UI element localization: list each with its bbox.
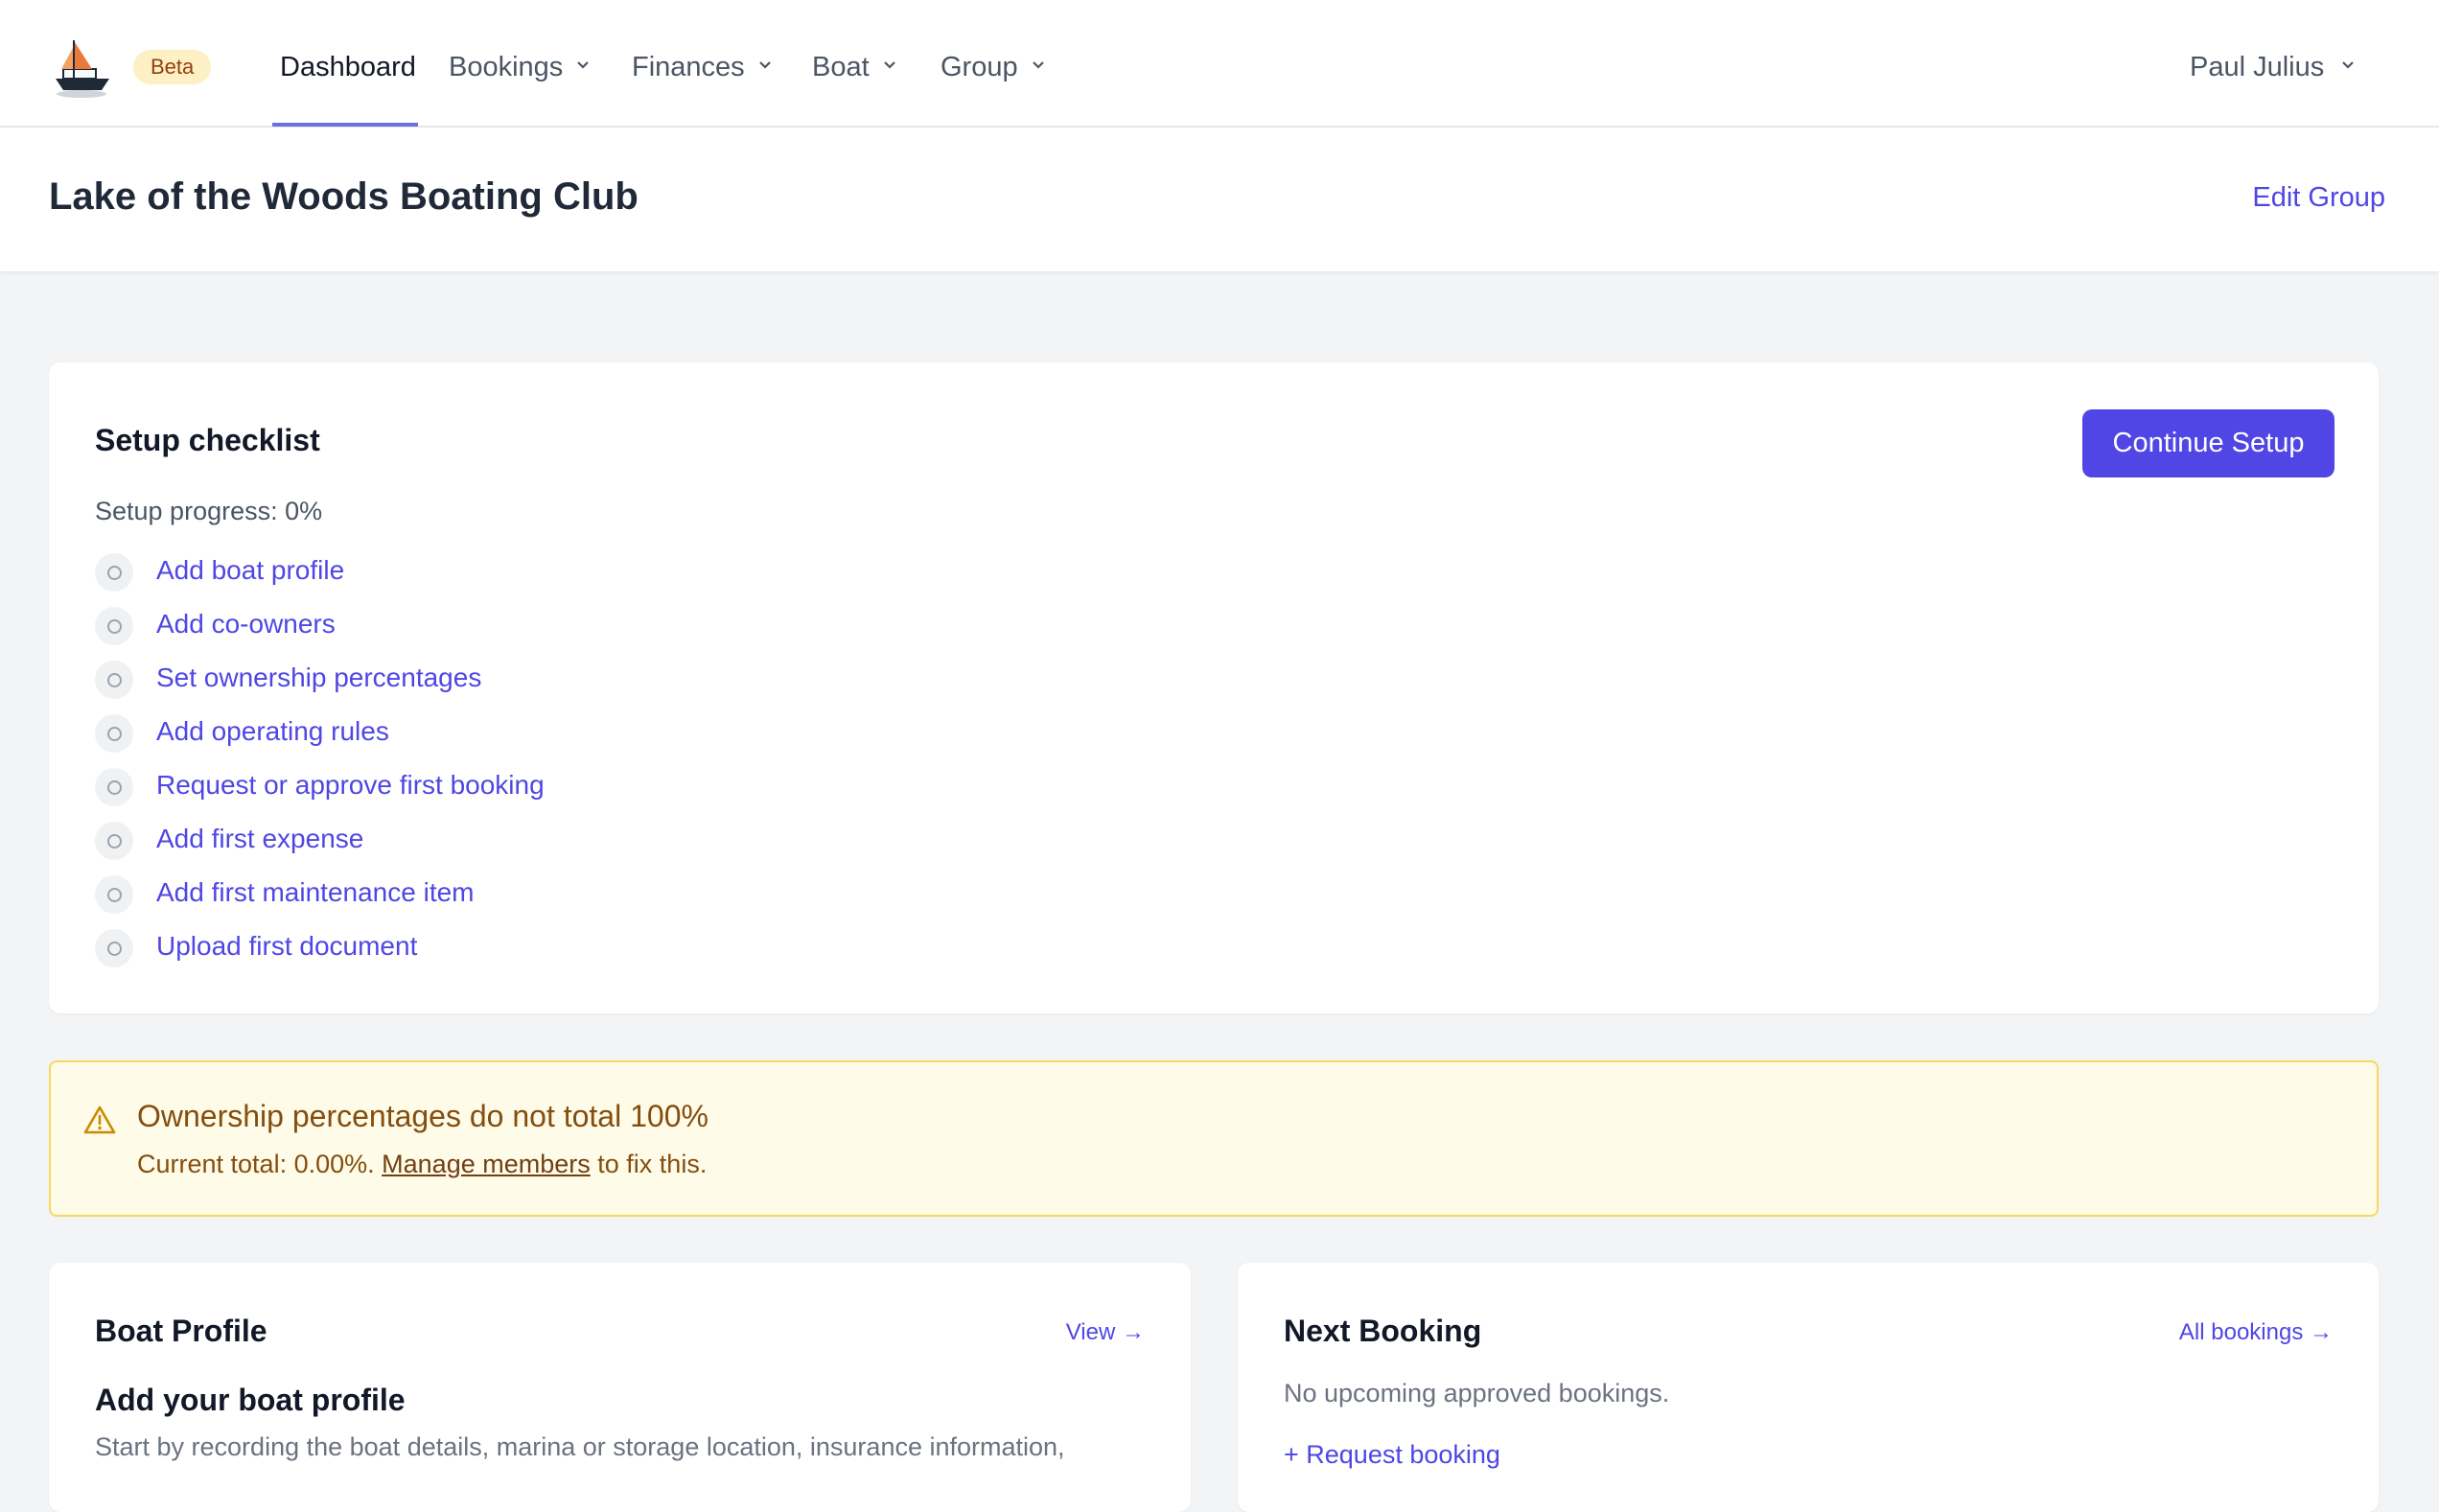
continue-setup-button[interactable]: Continue Setup [2082, 409, 2334, 477]
request-booking-link[interactable]: + Request booking [1284, 1440, 1500, 1470]
setup-progress-text: Setup progress: 0% [95, 497, 323, 525]
warning-icon [83, 1105, 116, 1134]
page-title: Lake of the Woods Boating Club [49, 175, 639, 218]
nav-finances-label: Finances [632, 52, 745, 82]
checklist-item-label[interactable]: Set ownership percentages [156, 663, 481, 693]
checklist-item-label[interactable]: Request or approve first booking [156, 770, 545, 801]
boat-profile-description: Start by recording the boat details, mar… [95, 1432, 1065, 1461]
page-header: Lake of the Woods Boating Club Edit Grou… [0, 128, 2439, 271]
no-bookings-text: No upcoming approved bookings. [1284, 1379, 1670, 1407]
boat-profile-title: Boat Profile [95, 1314, 267, 1348]
manage-members-link[interactable]: Manage members [382, 1150, 591, 1178]
user-menu[interactable]: Paul Julius [2190, 0, 2355, 128]
alert-body-suffix: to fix this. [597, 1150, 708, 1178]
user-name: Paul Julius [2190, 52, 2325, 82]
circle-icon[interactable] [95, 875, 133, 914]
checklist-item-label[interactable]: Add boat profile [156, 555, 344, 586]
alert-body-prefix: Current total: 0.00%. [137, 1150, 375, 1178]
top-navigation: Beta Dashboard Bookings Finances Boat Gr… [0, 0, 2439, 128]
next-booking-card: Next Booking All bookings → No upcoming … [1238, 1263, 2379, 1512]
nav-bookings[interactable]: Bookings [449, 0, 590, 128]
chevron-down-icon [577, 61, 590, 69]
chevron-down-icon [883, 61, 895, 69]
nav-group[interactable]: Group [941, 0, 1045, 128]
circle-icon[interactable] [95, 714, 133, 753]
checklist-item-label[interactable]: Add co-owners [156, 609, 336, 640]
boat-profile-view-link[interactable]: View → [1066, 1319, 1145, 1346]
ownership-warning-alert: Ownership percentages do not total 100% … [49, 1060, 2379, 1217]
boat-logo-icon[interactable] [50, 36, 117, 104]
chevron-down-icon [1032, 61, 1044, 69]
next-booking-title: Next Booking [1284, 1314, 1482, 1348]
circle-icon[interactable] [95, 661, 133, 699]
chevron-down-icon [2342, 61, 2355, 69]
checklist-item-label[interactable]: Add operating rules [156, 716, 389, 747]
circle-icon[interactable] [95, 822, 133, 860]
active-tab-indicator [272, 123, 418, 127]
checklist-item-label[interactable]: Add first expense [156, 824, 363, 854]
nav-boat[interactable]: Boat [812, 0, 896, 128]
boat-profile-card: Boat Profile View → Add your boat profil… [49, 1263, 1191, 1512]
circle-icon[interactable] [95, 607, 133, 645]
nav-bookings-label: Bookings [449, 52, 564, 82]
all-bookings-link[interactable]: All bookings → [2179, 1319, 2333, 1346]
setup-checklist-title: Setup checklist [95, 423, 320, 457]
circle-icon[interactable] [95, 929, 133, 967]
boat-profile-subheading: Add your boat profile [95, 1383, 406, 1417]
checklist-item-label[interactable]: Add first maintenance item [156, 877, 475, 908]
alert-body: Current total: 0.00%. Manage members to … [137, 1150, 707, 1179]
nav-dashboard[interactable]: Dashboard [280, 0, 416, 128]
nav-boat-label: Boat [812, 52, 870, 82]
nav-finances[interactable]: Finances [632, 0, 772, 128]
circle-icon[interactable] [95, 768, 133, 806]
chevron-down-icon [758, 61, 771, 69]
beta-badge: Beta [133, 50, 212, 84]
alert-title: Ownership percentages do not total 100% [137, 1099, 708, 1133]
edit-group-link[interactable]: Edit Group [2252, 182, 2385, 214]
checklist-item-label[interactable]: Upload first document [156, 931, 417, 962]
circle-icon[interactable] [95, 553, 133, 592]
nav-group-label: Group [941, 52, 1018, 82]
